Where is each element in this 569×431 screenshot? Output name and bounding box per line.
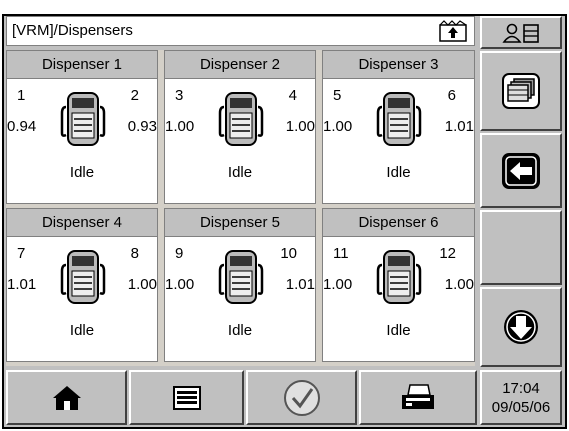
right-pump-number: 8 — [130, 245, 139, 262]
dispenser-name: Dispenser 2 — [165, 51, 315, 79]
dispenser-status: Idle — [386, 322, 411, 339]
clock-date: 09/05/06 — [491, 399, 551, 416]
dispenser-status: Idle — [386, 164, 411, 181]
right-pump-number: 4 — [288, 87, 297, 104]
dispenser-tile[interactable]: Dispenser 4 7 8 1.01 1.00 Idle — [6, 208, 158, 362]
dispenser-tile[interactable]: Dispenser 2 3 4 1.00 1.00 Idle — [164, 50, 316, 204]
fuel-pump-icon — [216, 89, 266, 149]
dispenser-status: Idle — [227, 322, 253, 339]
right-pump-number: 2 — [130, 87, 139, 104]
left-pump-number: 5 — [333, 87, 342, 104]
dispenser-tile[interactable]: Dispenser 6 11 12 1.00 1.00 Idle — [322, 208, 475, 362]
left-pump-value: 1.00 — [165, 276, 195, 293]
right-pump-value: 1.00 — [127, 276, 157, 293]
right-pump-number: 12 — [439, 245, 456, 262]
right-pump-value: 0.93 — [127, 118, 157, 135]
left-pump-value: 1.00 — [323, 276, 353, 293]
blank-button[interactable] — [480, 210, 562, 285]
user-list-icon — [502, 23, 539, 43]
left-pump-number: 11 — [333, 245, 349, 262]
dispenser-name: Dispenser 3 — [323, 51, 474, 79]
dispenser-tile[interactable]: Dispenser 3 5 6 1.00 1.01 Idle — [322, 50, 475, 204]
fuel-pump-icon — [58, 89, 108, 149]
list-icon — [172, 385, 201, 410]
right-pump-number: 6 — [447, 87, 456, 104]
left-pump-value: 1.00 — [323, 118, 353, 135]
left-pump-value: 1.01 — [7, 276, 37, 293]
scroll-down-button[interactable] — [480, 287, 562, 367]
dispenser-status: Idle — [69, 322, 95, 339]
left-pump-value: 0.94 — [7, 118, 37, 135]
dispenser-tile[interactable]: Dispenser 5 9 10 1.00 1.01 Idle — [164, 208, 316, 362]
right-pump-value: 1.00 — [285, 118, 315, 135]
user-list-button[interactable] — [480, 16, 562, 49]
dispenser-grid: Dispenser 1 1 2 0.94 0.93 Idle Dispenser 2 3 4 1.… — [6, 50, 475, 366]
folder-up-icon[interactable] — [438, 20, 468, 42]
back-arrow-icon — [502, 152, 540, 189]
left-pump-number: 9 — [175, 245, 184, 262]
fuel-pump-icon — [374, 247, 424, 307]
fuel-pump-icon — [58, 247, 108, 307]
dispenser-name: Dispenser 1 — [7, 51, 157, 79]
list-button[interactable] — [129, 370, 244, 425]
confirm-button[interactable] — [246, 370, 357, 425]
title-bar: [VRM]/Dispensers — [6, 16, 475, 46]
dispenser-status: Idle — [227, 164, 253, 181]
dispenser-status: Idle — [69, 164, 95, 181]
right-pump-value: 1.01 — [444, 118, 474, 135]
scroll-down-icon — [504, 310, 538, 344]
left-pump-number: 7 — [17, 245, 26, 262]
right-pump-number: 10 — [280, 245, 297, 262]
fuel-pump-icon — [216, 247, 266, 307]
dispenser-name: Dispenser 4 — [7, 209, 157, 237]
list-view-icon — [502, 73, 540, 109]
fuel-pump-icon — [374, 89, 424, 149]
list-view-button[interactable] — [480, 51, 562, 131]
left-pump-number: 3 — [175, 87, 184, 104]
checkmark-icon — [283, 379, 320, 416]
print-button[interactable] — [359, 370, 477, 425]
home-icon — [52, 385, 81, 410]
dispenser-tile[interactable]: Dispenser 1 1 2 0.94 0.93 Idle — [6, 50, 158, 204]
dispenser-name: Dispenser 5 — [165, 209, 315, 237]
page-title: [VRM]/Dispensers — [12, 22, 133, 39]
app-window: [VRM]/Dispensers Dispenser 1 1 2 0.94 0.93 Id… — [0, 0, 569, 431]
back-button[interactable] — [480, 133, 562, 208]
left-pump-value: 1.00 — [165, 118, 195, 135]
home-button[interactable] — [6, 370, 127, 425]
printer-icon — [402, 383, 434, 409]
left-pump-number: 1 — [17, 87, 26, 104]
right-pump-value: 1.01 — [285, 276, 315, 293]
right-pump-value: 1.00 — [444, 276, 474, 293]
dispenser-name: Dispenser 6 — [323, 209, 474, 237]
clock-time: 17:04 — [502, 380, 540, 397]
clock-display: 17:04 09/05/06 — [480, 370, 562, 425]
